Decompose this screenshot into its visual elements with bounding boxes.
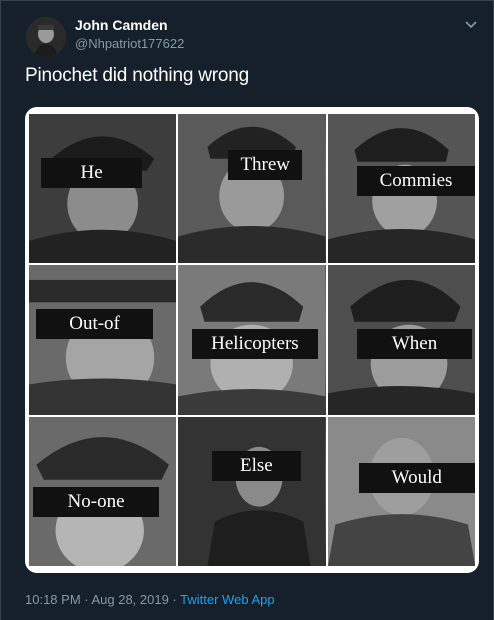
meme-cell: Else bbox=[178, 416, 326, 566]
divider bbox=[1, 0, 494, 1]
tweet-footer: 10:18 PM · Aug 28, 2019 · Twitter Web Ap… bbox=[25, 592, 275, 607]
chevron-down-icon[interactable] bbox=[463, 16, 479, 32]
meme-cell: Out-of bbox=[29, 265, 177, 415]
portrait-image bbox=[178, 114, 326, 264]
meme-caption: He bbox=[40, 158, 143, 188]
user-handle[interactable]: @Nhpatriot177622 bbox=[75, 36, 184, 51]
meme-caption: When bbox=[357, 329, 473, 360]
portrait-image bbox=[178, 416, 326, 566]
tweet-image[interactable]: He Threw Commies Out-of Helicopters When… bbox=[25, 107, 479, 573]
meme-caption: No-one bbox=[33, 486, 159, 517]
meme-cell: Commies bbox=[327, 114, 475, 264]
meme-cell: Would bbox=[327, 416, 475, 566]
portrait-image bbox=[29, 265, 177, 415]
meme-caption: Helicopters bbox=[191, 329, 319, 360]
meme-caption: Out-of bbox=[36, 309, 153, 340]
avatar-image bbox=[26, 17, 66, 57]
tweet-timestamp[interactable]: 10:18 PM · Aug 28, 2019 · bbox=[25, 592, 180, 607]
meme-cell: Threw bbox=[178, 114, 326, 264]
meme-grid: He Threw Commies Out-of Helicopters When… bbox=[29, 114, 475, 566]
portrait-image bbox=[29, 114, 177, 264]
meme-caption: Threw bbox=[228, 150, 303, 180]
meme-cell: No-one bbox=[29, 416, 177, 566]
meme-cell: He bbox=[29, 114, 177, 264]
meme-caption: Would bbox=[358, 462, 475, 493]
tweet-text: Pinochet did nothing wrong bbox=[25, 65, 250, 86]
display-name[interactable]: John Camden bbox=[75, 17, 168, 33]
tweet-source-link[interactable]: Twitter Web App bbox=[180, 592, 274, 607]
meme-caption: Commies bbox=[357, 166, 475, 196]
avatar[interactable] bbox=[26, 17, 66, 57]
meme-caption: Else bbox=[212, 450, 301, 481]
tweet[interactable]: John Camden @Nhpatriot177622 Pinochet di… bbox=[0, 0, 494, 620]
meme-cell: Helicopters bbox=[178, 265, 326, 415]
meme-cell: When bbox=[327, 265, 475, 415]
